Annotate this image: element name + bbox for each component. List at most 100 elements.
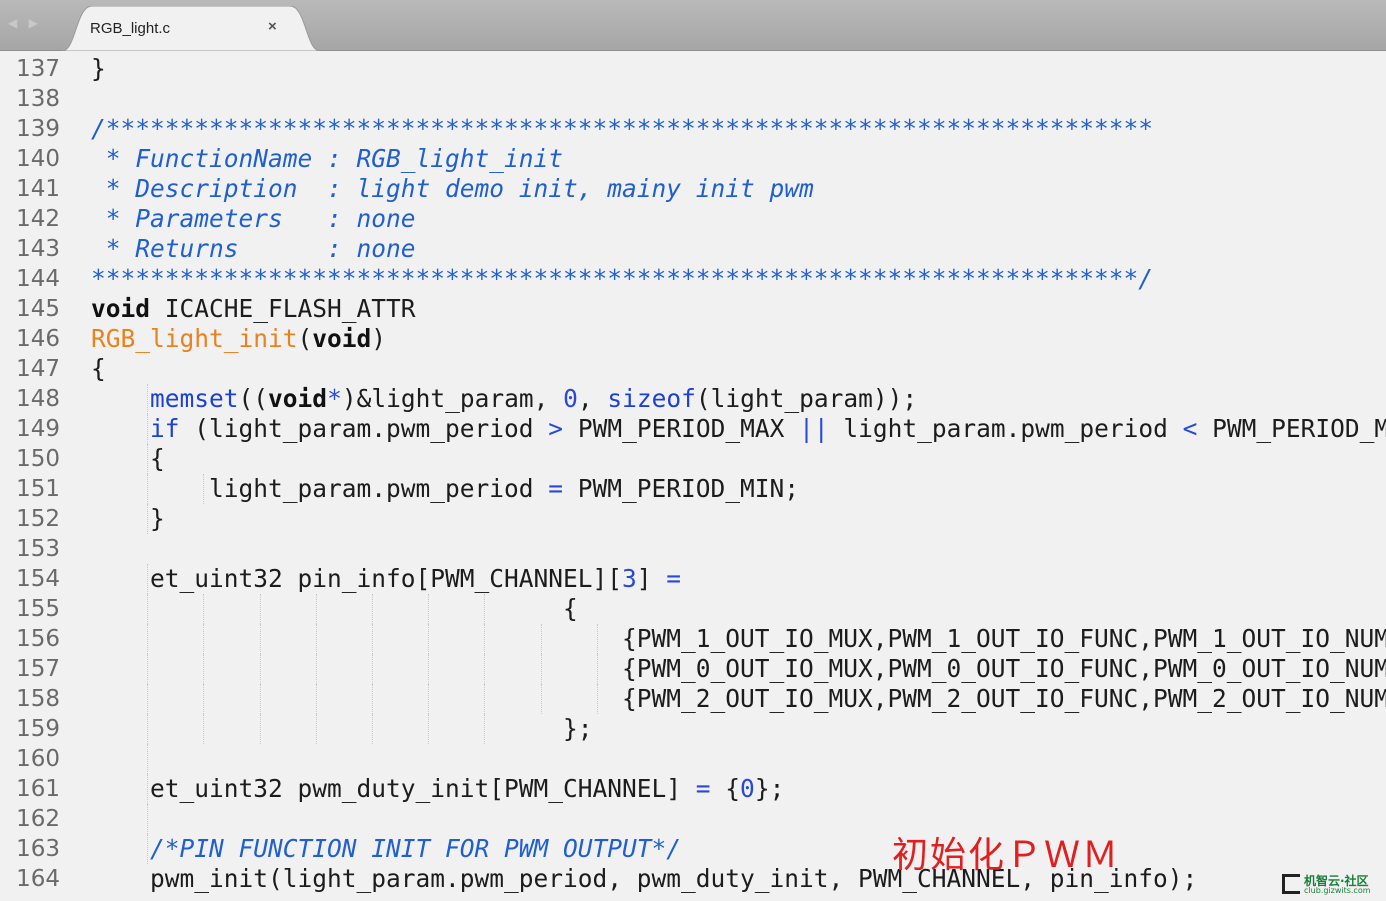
code-text: light_param.pwm_period = PWM_PERIOD_MIN; <box>91 474 799 504</box>
code-line[interactable]: 151 light_param.pwm_period = PWM_PERIOD_… <box>0 474 1386 504</box>
code-line[interactable]: 162 <box>0 804 1386 834</box>
gizwits-logo-icon <box>1282 874 1300 894</box>
code-line[interactable]: 140 * FunctionName : RGB_light_init <box>0 144 1386 174</box>
code-token: * Description : light demo init, mainy i… <box>91 174 814 203</box>
code-token: * FunctionName : RGB_light_init <box>91 144 564 173</box>
code-token: = <box>548 474 564 503</box>
code-token: ****************************************… <box>91 264 1154 293</box>
line-number: 151 <box>16 476 60 502</box>
code-line[interactable]: 150 { <box>0 444 1386 474</box>
code-text: /***************************************… <box>91 114 1153 144</box>
code-token: {PWM_0_OUT_IO_MUX,PWM_0_OUT_IO_FUNC,PWM_… <box>91 654 1386 683</box>
code-token: void <box>91 294 151 323</box>
line-number: 158 <box>16 686 60 712</box>
line-number: 150 <box>16 446 60 472</box>
code-line[interactable]: 142 * Parameters : none <box>0 204 1386 234</box>
code-line[interactable]: 158 {PWM_2_OUT_IO_MUX,PWM_2_OUT_IO_FUNC,… <box>0 684 1386 714</box>
line-number: 141 <box>16 176 60 202</box>
code-token: {PWM_2_OUT_IO_MUX,PWM_2_OUT_IO_FUNC,PWM_… <box>91 684 1386 713</box>
code-line[interactable]: 141 * Description : light demo init, mai… <box>0 174 1386 204</box>
line-number: 159 <box>16 716 60 742</box>
code-line[interactable]: 146 RGB_light_init(void) <box>0 324 1386 354</box>
code-token: * Returns : none <box>91 234 416 263</box>
code-line[interactable]: 156 {PWM_1_OUT_IO_MUX,PWM_1_OUT_IO_FUNC,… <box>0 624 1386 654</box>
code-token: { <box>91 594 578 623</box>
code-text: * Parameters : none <box>91 204 416 234</box>
nav-arrows-icon[interactable]: ◀ ▶ <box>8 16 42 30</box>
line-number: 142 <box>16 206 60 232</box>
watermark: 机智云·社区 club.gizwits.com <box>1282 872 1384 898</box>
line-number: 157 <box>16 656 60 682</box>
code-line[interactable]: 163 /*PIN FUNCTION INIT FOR PWM OUTPUT*/ <box>0 834 1386 864</box>
code-editor[interactable]: 137} 138 139/*****************************… <box>0 54 1386 901</box>
code-text: {PWM_2_OUT_IO_MUX,PWM_2_OUT_IO_FUNC,PWM_… <box>91 684 1386 714</box>
code-token: { <box>91 354 106 383</box>
code-token: et_uint32 pwm_duty_init[PWM_CHANNEL] <box>91 774 696 803</box>
code-line[interactable]: 157 {PWM_0_OUT_IO_MUX,PWM_0_OUT_IO_FUNC,… <box>0 654 1386 684</box>
line-number: 137 <box>16 56 60 82</box>
code-token: et_uint32 pin_info[PWM_CHANNEL][ <box>91 564 623 593</box>
code-text: { <box>91 594 578 624</box>
line-number: 160 <box>16 746 60 772</box>
code-line[interactable]: 149 if (light_param.pwm_period > PWM_PER… <box>0 414 1386 444</box>
code-token: memset <box>150 384 239 413</box>
code-line[interactable]: 159 }; <box>0 714 1386 744</box>
code-line[interactable]: 152 } <box>0 504 1386 534</box>
line-number: 147 <box>16 356 60 382</box>
code-token: PWM_PERIOD_MAX <box>563 414 800 443</box>
code-line[interactable]: 144 *************************************… <box>0 264 1386 294</box>
code-line[interactable]: 139 /************************************… <box>0 114 1386 144</box>
close-icon[interactable]: × <box>268 18 277 35</box>
code-token: || <box>799 414 829 443</box>
code-text: } <box>91 54 106 84</box>
code-token: 0 <box>740 774 755 803</box>
code-line[interactable]: 161 et_uint32 pwm_duty_init[PWM_CHANNEL]… <box>0 774 1386 804</box>
code-line[interactable]: 164 pwm_init(light_param.pwm_period, pwm… <box>0 864 1386 894</box>
line-number: 163 <box>16 836 60 862</box>
code-token: void <box>312 324 372 353</box>
line-number: 146 <box>16 326 60 352</box>
code-token: /***************************************… <box>91 114 1154 143</box>
code-token: > <box>548 414 564 443</box>
code-line[interactable]: 153 <box>0 534 1386 564</box>
code-text: {PWM_0_OUT_IO_MUX,PWM_0_OUT_IO_FUNC,PWM_… <box>91 654 1386 684</box>
code-line[interactable]: 155 { <box>0 594 1386 624</box>
code-line[interactable]: 137} <box>0 54 1386 84</box>
code-line[interactable]: 154 et_uint32 pin_info[PWM_CHANNEL][3] = <box>0 564 1386 594</box>
code-line[interactable]: 143 * Returns : none <box>0 234 1386 264</box>
code-token: }; <box>91 714 593 743</box>
line-number: 144 <box>16 266 60 292</box>
code-text: memset((void*)&light_param, 0, sizeof(li… <box>91 384 917 414</box>
code-token: ] <box>636 564 667 593</box>
code-text: } <box>91 504 165 534</box>
line-number: 140 <box>16 146 60 172</box>
code-token: 0 <box>563 384 578 413</box>
code-line[interactable]: 138 <box>0 84 1386 114</box>
code-token: { <box>710 774 741 803</box>
code-token: }; <box>754 774 785 803</box>
code-token: )&light_param, <box>341 384 564 413</box>
code-line[interactable]: 147 { <box>0 354 1386 384</box>
watermark-subtext: club.gizwits.com <box>1304 886 1371 895</box>
line-number: 143 <box>16 236 60 262</box>
code-token: RGB_light_init <box>91 324 298 353</box>
line-number: 156 <box>16 626 60 652</box>
file-tab[interactable]: RGB_light.c × <box>62 6 320 51</box>
code-token: ICACHE_FLASH_ATTR <box>150 294 416 323</box>
code-token: if <box>150 414 180 443</box>
line-number: 149 <box>16 416 60 442</box>
code-token: void <box>268 384 328 413</box>
code-text: }; <box>91 714 593 744</box>
line-number: 139 <box>16 116 60 142</box>
code-token: , <box>577 384 608 413</box>
line-number: 138 <box>16 86 60 112</box>
code-text: {PWM_1_OUT_IO_MUX,PWM_1_OUT_IO_FUNC,PWM_… <box>91 624 1386 654</box>
code-line[interactable]: 160 <box>0 744 1386 774</box>
code-token: 3 <box>622 564 637 593</box>
code-token: /*PIN FUNCTION INIT FOR PWM OUTPUT*/ <box>150 834 682 863</box>
code-line[interactable]: 148 memset((void*)&light_param, 0, sizeo… <box>0 384 1386 414</box>
code-line[interactable]: 145 void ICACHE_FLASH_ATTR <box>0 294 1386 324</box>
